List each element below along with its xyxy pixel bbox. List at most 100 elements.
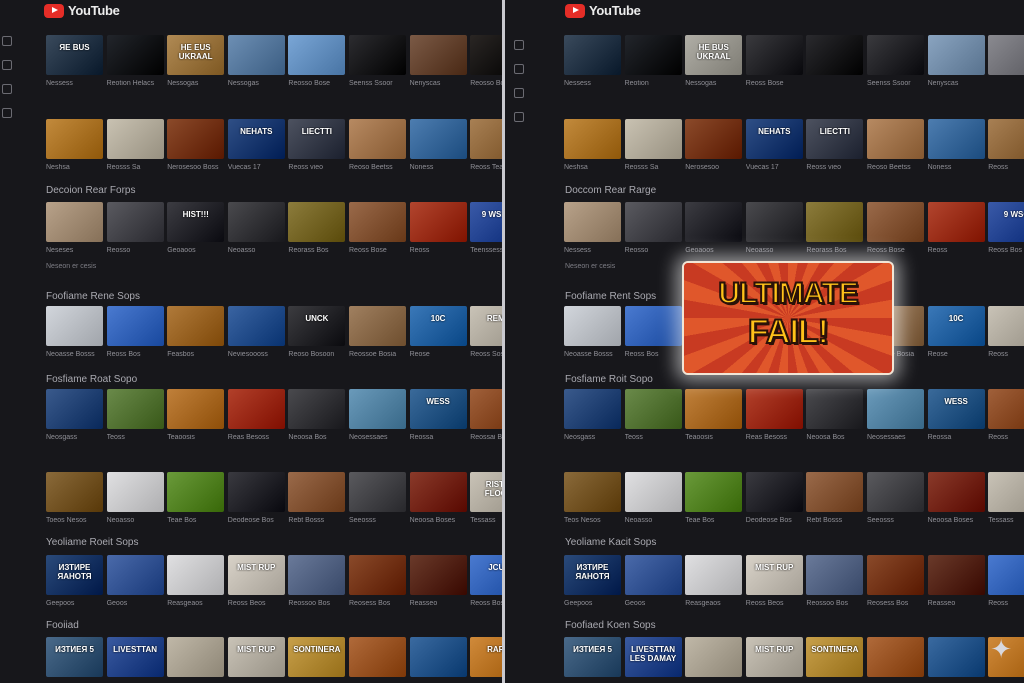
video-thumbnail[interactable] [745, 202, 803, 242]
explore-icon[interactable] [2, 60, 12, 70]
video-thumbnail[interactable] [806, 35, 864, 75]
ultimate-fail-overlay[interactable]: ULTIMATE FAIL! [682, 261, 894, 375]
video-title[interactable]: Reosss Sa [107, 164, 164, 171]
video-title[interactable]: Reasgeaos [685, 600, 742, 607]
video-title[interactable]: Neshsa [46, 164, 103, 171]
video-thumbnail[interactable] [927, 555, 985, 595]
video-title[interactable]: Geoaoos [685, 247, 742, 254]
home-icon[interactable] [2, 36, 12, 46]
video-thumbnail[interactable] [988, 306, 1024, 346]
video-thumbnail[interactable] [624, 389, 682, 429]
video-title[interactable]: Nenyscas [410, 80, 467, 87]
video-title[interactable]: Reoss vieo [288, 164, 345, 171]
video-thumbnail[interactable] [624, 555, 682, 595]
video-thumbnail[interactable] [227, 472, 285, 512]
video-thumbnail[interactable] [46, 119, 103, 159]
video-thumbnail[interactable] [409, 202, 467, 242]
video-title[interactable]: Reoso Bosoon [288, 351, 345, 358]
video-title[interactable]: Reoss [988, 434, 1024, 441]
video-thumbnail[interactable] [349, 555, 406, 595]
video-title[interactable]: Neoasso [746, 247, 803, 254]
video-thumbnail[interactable] [867, 202, 924, 242]
video-title[interactable]: Teoss [625, 434, 682, 441]
video-title[interactable]: Neoasso [228, 247, 285, 254]
video-thumbnail[interactable] [46, 389, 103, 429]
video-thumbnail[interactable] [927, 472, 985, 512]
video-thumbnail[interactable]: MIST RUP [745, 637, 803, 677]
video-thumbnail[interactable] [46, 472, 103, 512]
video-title[interactable]: Reas Besoss [746, 434, 803, 441]
history-icon[interactable] [2, 108, 12, 118]
video-thumbnail[interactable] [988, 119, 1024, 159]
video-title[interactable]: Neseses [46, 247, 103, 254]
video-title[interactable]: Reoss Bos [107, 351, 164, 358]
video-thumbnail[interactable]: NEHATS [227, 119, 285, 159]
video-title[interactable]: Neoasso [107, 517, 164, 524]
video-title[interactable]: Nessogas [167, 80, 224, 87]
video-thumbnail[interactable]: LIVESTTAN LES DAMAY [624, 637, 682, 677]
video-title[interactable]: Reoss [988, 164, 1024, 171]
video-thumbnail[interactable] [685, 637, 743, 677]
video-thumbnail[interactable] [867, 555, 924, 595]
video-thumbnail[interactable] [106, 119, 164, 159]
video-thumbnail[interactable] [470, 35, 502, 75]
video-thumbnail[interactable] [106, 555, 164, 595]
video-thumbnail[interactable] [288, 202, 346, 242]
video-thumbnail[interactable]: UNCK [288, 306, 346, 346]
video-title[interactable]: Teaoosis [685, 434, 742, 441]
video-thumbnail[interactable]: 10C [927, 306, 985, 346]
video-thumbnail[interactable] [288, 389, 346, 429]
history-icon[interactable] [514, 112, 524, 122]
video-thumbnail[interactable] [409, 555, 467, 595]
video-title[interactable]: Reoso Beetss [867, 164, 924, 171]
video-thumbnail[interactable] [806, 555, 864, 595]
video-thumbnail[interactable]: NEHATS [745, 119, 803, 159]
video-title[interactable]: Teae Bos [167, 517, 224, 524]
video-thumbnail[interactable] [470, 389, 502, 429]
video-thumbnail[interactable] [46, 306, 103, 346]
video-title[interactable]: Reosss Sa [625, 164, 682, 171]
video-title[interactable]: Reotion Helacs [107, 80, 164, 87]
video-title[interactable]: Reoss Sose [470, 351, 502, 358]
video-thumbnail[interactable] [867, 119, 924, 159]
video-thumbnail[interactable] [288, 472, 346, 512]
video-title[interactable]: Nessogas [685, 80, 742, 87]
video-thumbnail[interactable] [106, 202, 164, 242]
video-title[interactable]: Reoss vieo [806, 164, 863, 171]
video-title[interactable]: Reorass Bos [288, 247, 345, 254]
video-title[interactable]: Reossoo Bos [288, 600, 345, 607]
video-title[interactable]: Reoss Bose [349, 247, 406, 254]
video-thumbnail[interactable] [106, 35, 164, 75]
video-thumbnail[interactable] [564, 35, 621, 75]
video-thumbnail[interactable] [624, 35, 682, 75]
video-thumbnail[interactable] [227, 35, 285, 75]
video-thumbnail[interactable] [927, 202, 985, 242]
video-thumbnail[interactable] [564, 472, 621, 512]
video-title[interactable]: Geepoos [46, 600, 103, 607]
video-thumbnail[interactable] [988, 35, 1024, 75]
video-title[interactable]: Neoosa Boses [410, 517, 467, 524]
video-thumbnail[interactable] [564, 202, 621, 242]
video-title[interactable]: Nerosesoo [685, 164, 742, 171]
video-thumbnail[interactable] [349, 35, 406, 75]
video-thumbnail[interactable] [349, 472, 406, 512]
video-thumbnail[interactable] [988, 555, 1024, 595]
video-thumbnail[interactable] [624, 306, 682, 346]
video-title[interactable]: Reossa [410, 434, 467, 441]
video-title[interactable]: Deodeose Bos [228, 517, 285, 524]
video-title[interactable]: Reotion [625, 80, 682, 87]
video-title[interactable]: Reosso Bose [288, 80, 345, 87]
video-title[interactable]: Neosessaes [349, 434, 406, 441]
video-title[interactable]: Teae Bos [685, 517, 742, 524]
video-title[interactable]: Neshsa [564, 164, 621, 171]
video-title[interactable]: Deodeose Bos [746, 517, 803, 524]
video-thumbnail[interactable]: WESS [927, 389, 985, 429]
video-thumbnail[interactable]: ИЗТИРЕ ЯАНОТЯ [46, 555, 103, 595]
video-title[interactable]: Teos Nesos [564, 517, 621, 524]
video-thumbnail[interactable]: RARR [470, 637, 502, 677]
video-title[interactable]: Reoso Beetss [349, 164, 406, 171]
video-title[interactable]: Rebt Bosss [288, 517, 345, 524]
video-title[interactable]: Vuecas 17 [228, 164, 285, 171]
video-thumbnail[interactable] [806, 389, 864, 429]
video-thumbnail[interactable] [927, 35, 985, 75]
